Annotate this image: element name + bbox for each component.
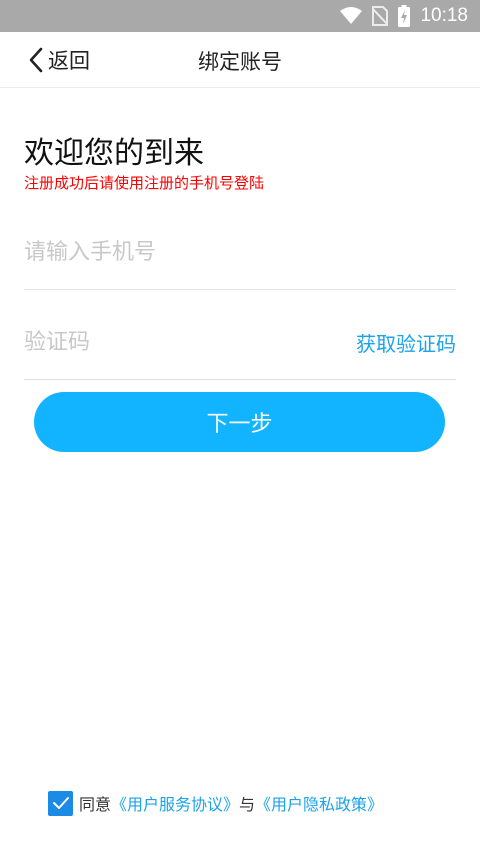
next-button[interactable]: 下一步 [34, 392, 445, 452]
status-bar: 10:18 [0, 0, 480, 32]
phone-field [24, 216, 456, 290]
phone-input[interactable] [24, 240, 456, 265]
user-agreement-link[interactable]: 《用户服务协议》 [111, 791, 239, 815]
page-title: 绑定账号 [198, 50, 282, 74]
agreement-row: 同意 《用户服务协议》 与 《用户隐私政策》 [48, 790, 383, 816]
verification-code-input[interactable] [24, 330, 324, 355]
checkmark-icon [52, 797, 69, 809]
bind-account-screen: 10:18 返回 绑定账号 欢迎您的到来 注册成功后请使用注册的手机号登陆 获取… [0, 0, 480, 853]
no-sim-icon [372, 6, 389, 26]
code-field: 获取验证码 [24, 306, 456, 380]
get-code-button[interactable]: 获取验证码 [356, 328, 456, 357]
navigation-bar: 返回 绑定账号 [0, 32, 480, 88]
wifi-icon [340, 7, 363, 25]
welcome-title: 欢迎您的到来 [24, 136, 204, 171]
agreement-prefix: 同意 [79, 795, 112, 814]
agree-checkbox[interactable] [48, 790, 73, 816]
agreement-conjunction: 与 [239, 795, 256, 814]
battery-charging-icon [398, 5, 411, 27]
status-time: 10:18 [420, 5, 468, 26]
welcome-note: 注册成功后请使用注册的手机号登陆 [24, 174, 265, 192]
privacy-policy-link[interactable]: 《用户隐私政策》 [255, 791, 383, 815]
